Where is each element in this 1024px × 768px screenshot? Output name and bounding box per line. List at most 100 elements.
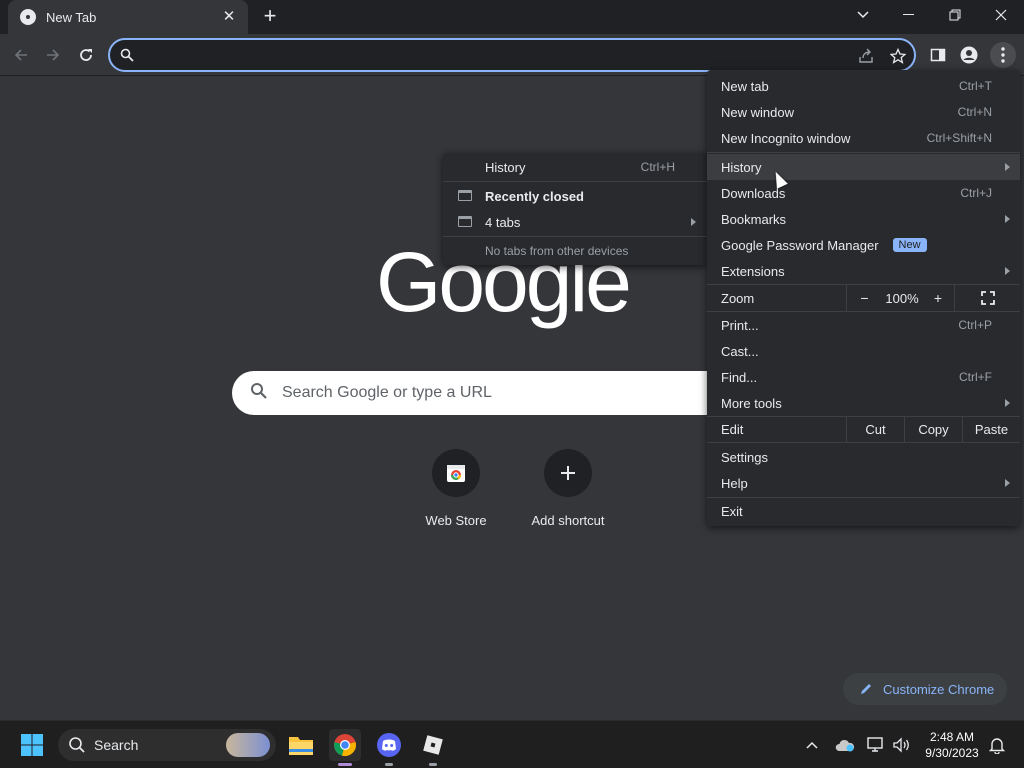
menu-label: More tools bbox=[721, 395, 782, 411]
minimize-button[interactable] bbox=[886, 0, 932, 30]
menu-find[interactable]: Find... Ctrl+F bbox=[707, 364, 1020, 390]
close-window-button[interactable] bbox=[978, 0, 1024, 30]
back-button[interactable] bbox=[8, 42, 34, 68]
menu-shortcut: Ctrl+T bbox=[959, 79, 992, 93]
menu-shortcut: Ctrl+F bbox=[959, 370, 992, 384]
taskbar-search[interactable]: Search bbox=[58, 729, 276, 761]
menu-label: History bbox=[721, 159, 762, 175]
windows-logo-icon bbox=[21, 734, 43, 756]
menu-new-tab[interactable]: New tab Ctrl+T bbox=[707, 73, 1020, 99]
separator bbox=[443, 236, 707, 237]
bookmark-star-icon[interactable] bbox=[889, 47, 907, 65]
submenu-arrow-icon bbox=[1005, 215, 1010, 223]
cut-button[interactable]: Cut bbox=[846, 416, 904, 442]
clock-time: 2:48 AM bbox=[929, 730, 975, 744]
menu-shortcut: Ctrl+N bbox=[957, 105, 992, 119]
roblox-icon[interactable] bbox=[417, 729, 449, 766]
tabs-group-label: 4 tabs bbox=[485, 214, 521, 230]
chrome-menu-button[interactable] bbox=[990, 42, 1016, 68]
tab-strip: New Tab ✕ + bbox=[0, 0, 1024, 34]
notification-bell-icon[interactable] bbox=[984, 729, 1010, 761]
menu-print[interactable]: Print... Ctrl+P bbox=[707, 312, 1020, 338]
show-hidden-icons-chevron-icon[interactable] bbox=[796, 729, 828, 761]
menu-label: Google Password Manager bbox=[721, 237, 879, 253]
address-bar[interactable] bbox=[108, 38, 916, 72]
running-indicator bbox=[385, 763, 393, 766]
menu-bookmarks[interactable]: Bookmarks bbox=[707, 206, 1020, 232]
window-icon bbox=[458, 190, 472, 201]
taskbar: Search 2:48 AM 9/30/2023 bbox=[0, 720, 1024, 768]
add-icon bbox=[544, 449, 592, 497]
menu-password-manager[interactable]: Google Password Manager New bbox=[707, 232, 1020, 258]
zoom-out-button[interactable]: − bbox=[846, 285, 882, 311]
zoom-in-button[interactable]: + bbox=[922, 285, 954, 311]
submenu-arrow-icon bbox=[1005, 267, 1010, 275]
menu-label: Print... bbox=[721, 317, 759, 333]
volume-icon[interactable] bbox=[888, 729, 916, 761]
taskbar-clock[interactable]: 2:48 AM 9/30/2023 bbox=[920, 729, 984, 761]
submenu-history-label: History bbox=[485, 159, 526, 175]
menu-extensions[interactable]: Extensions bbox=[707, 258, 1020, 284]
paste-button[interactable]: Paste bbox=[962, 416, 1020, 442]
menu-edit-row: Edit Cut Copy Paste bbox=[707, 416, 1020, 442]
recently-closed-header: Recently closed bbox=[443, 183, 707, 209]
submenu-4-tabs[interactable]: 4 tabs bbox=[443, 209, 707, 235]
discord-icon[interactable] bbox=[373, 729, 405, 766]
pencil-icon bbox=[861, 684, 871, 694]
menu-label: Help bbox=[721, 475, 748, 491]
tab-title: New Tab bbox=[46, 9, 97, 25]
menu-zoom-row: Zoom − 100% + bbox=[707, 285, 1020, 311]
shortcut-web-store[interactable]: Web Store bbox=[400, 449, 512, 528]
menu-new-incognito-window[interactable]: New Incognito window Ctrl+Shift+N bbox=[707, 125, 1020, 151]
menu-more-tools[interactable]: More tools bbox=[707, 390, 1020, 416]
search-icon bbox=[69, 737, 85, 753]
menu-label: Bookmarks bbox=[721, 211, 787, 227]
active-indicator bbox=[338, 763, 352, 766]
customize-chrome-label: Customize Chrome bbox=[883, 681, 995, 697]
fullscreen-icon[interactable] bbox=[954, 285, 1020, 311]
reload-button[interactable] bbox=[73, 42, 99, 68]
menu-label: Find... bbox=[721, 369, 758, 385]
separator bbox=[707, 442, 1020, 443]
chrome-favicon-icon bbox=[20, 9, 36, 25]
ntp-search-placeholder: Search Google or type a URL bbox=[282, 384, 492, 401]
menu-shortcut: Ctrl+P bbox=[958, 318, 992, 332]
tab-search-chevron-icon[interactable] bbox=[840, 0, 886, 30]
menu-history[interactable]: History bbox=[707, 154, 1020, 180]
network-icon[interactable] bbox=[862, 729, 890, 761]
restore-button[interactable] bbox=[932, 0, 978, 30]
menu-label: Settings bbox=[721, 449, 768, 465]
separator bbox=[707, 152, 1020, 153]
menu-downloads[interactable]: Downloads Ctrl+J bbox=[707, 180, 1020, 206]
side-panel-icon[interactable] bbox=[925, 42, 951, 68]
search-icon bbox=[250, 382, 268, 405]
running-indicator bbox=[429, 763, 437, 766]
share-icon[interactable] bbox=[857, 47, 875, 65]
new-tab-button[interactable]: + bbox=[258, 5, 282, 29]
submenu-arrow-icon bbox=[691, 218, 696, 226]
menu-label: New Incognito window bbox=[721, 130, 851, 146]
chrome-menu: New tab Ctrl+T New window Ctrl+N New Incog… bbox=[707, 70, 1020, 526]
menu-exit[interactable]: Exit bbox=[707, 498, 1020, 524]
menu-cast[interactable]: Cast... bbox=[707, 338, 1020, 364]
copy-button[interactable]: Copy bbox=[904, 416, 962, 442]
shortcut-add[interactable]: Add shortcut bbox=[512, 449, 624, 528]
start-button[interactable] bbox=[16, 729, 48, 761]
chrome-taskbar-icon[interactable] bbox=[329, 729, 361, 766]
address-input[interactable] bbox=[140, 44, 820, 66]
onedrive-cloud-icon[interactable] bbox=[830, 729, 860, 761]
customize-chrome-button[interactable]: Customize Chrome bbox=[843, 673, 1007, 705]
profile-avatar-icon[interactable] bbox=[956, 42, 982, 68]
close-tab-icon[interactable]: ✕ bbox=[220, 8, 238, 26]
shortcut-label: Add shortcut bbox=[531, 513, 605, 528]
menu-settings[interactable]: Settings bbox=[707, 444, 1020, 470]
no-tabs-text: No tabs from other devices bbox=[485, 244, 629, 258]
forward-button[interactable] bbox=[40, 42, 66, 68]
file-explorer-icon[interactable] bbox=[285, 729, 317, 761]
tab-new-tab[interactable]: New Tab ✕ bbox=[8, 0, 248, 34]
search-icon bbox=[120, 48, 134, 67]
history-submenu: History Ctrl+H Recently closed 4 tabs No… bbox=[443, 153, 707, 265]
menu-new-window[interactable]: New window Ctrl+N bbox=[707, 99, 1020, 125]
menu-help[interactable]: Help bbox=[707, 470, 1020, 496]
submenu-history[interactable]: History Ctrl+H bbox=[443, 154, 707, 180]
